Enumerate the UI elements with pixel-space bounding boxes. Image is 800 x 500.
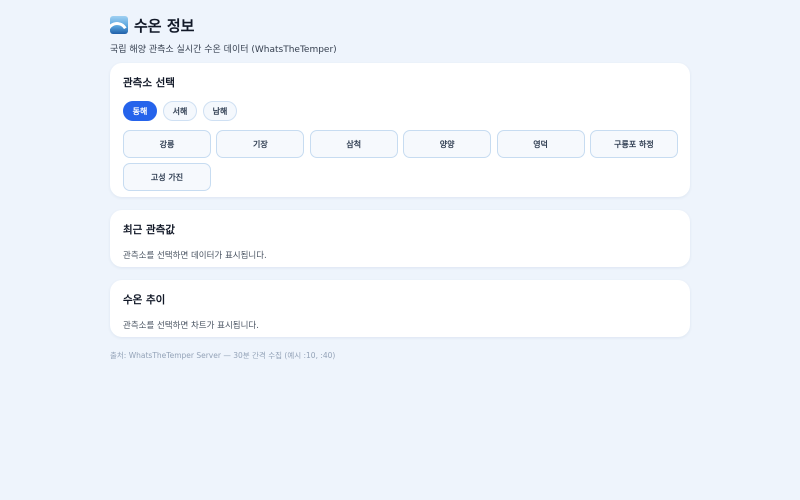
- wave-icon: [110, 16, 128, 34]
- station-button-gangneung[interactable]: 강릉: [123, 130, 211, 158]
- station-button-guryongpo-hajeong[interactable]: 구룡포 하정: [589, 130, 678, 158]
- station-button-gijang[interactable]: 기장: [216, 130, 305, 158]
- station-button-samcheok[interactable]: 삼척: [309, 130, 398, 158]
- latest-reading-message: 관측소를 선택하면 데이터가 표시됩니다.: [123, 251, 267, 261]
- source-footer: 출처: WhatsTheTemper Server — 30분 간격 수집 (예…: [110, 351, 336, 360]
- region-tabs: 동해 서해 남해: [123, 101, 677, 121]
- tab-east-sea[interactable]: 동해: [123, 101, 157, 121]
- temperature-trend-card: 수온 추이 관측소를 선택하면 차트가 표시됩니다.: [110, 280, 690, 337]
- tab-south-sea[interactable]: 남해: [203, 101, 237, 121]
- temperature-trend-message: 관측소를 선택하면 차트가 표시됩니다.: [123, 321, 259, 331]
- tab-west-sea[interactable]: 서해: [163, 101, 197, 121]
- station-button-goseong-gajin[interactable]: 고성 가진: [123, 163, 211, 191]
- station-list: 강릉 기장 삼척 양양 영덕 구룡포 하정 고성 가진: [123, 130, 678, 191]
- latest-reading-card: 최근 관측값 관측소를 선택하면 데이터가 표시됩니다.: [110, 210, 690, 267]
- page-header: 수온 정보: [110, 14, 690, 36]
- page-subtitle: 국립 해양 관측소 실시간 수온 데이터 (WhatsTheTemper): [110, 45, 337, 55]
- temperature-trend-title: 수온 추이: [123, 294, 166, 306]
- station-button-yangyang[interactable]: 양양: [403, 130, 492, 158]
- page: 수온 정보 국립 해양 관측소 실시간 수온 데이터 (WhatsTheTemp…: [110, 0, 690, 360]
- station-button-yeongdeok[interactable]: 영덕: [496, 130, 585, 158]
- station-select-title: 관측소 선택: [123, 77, 175, 89]
- station-select-card: 관측소 선택 동해 서해 남해 강릉 기장 삼척 양양 영덕 구룡포 하정 고성…: [110, 63, 690, 197]
- page-title: 수온 정보: [134, 16, 195, 35]
- latest-reading-title: 최근 관측값: [123, 224, 175, 236]
